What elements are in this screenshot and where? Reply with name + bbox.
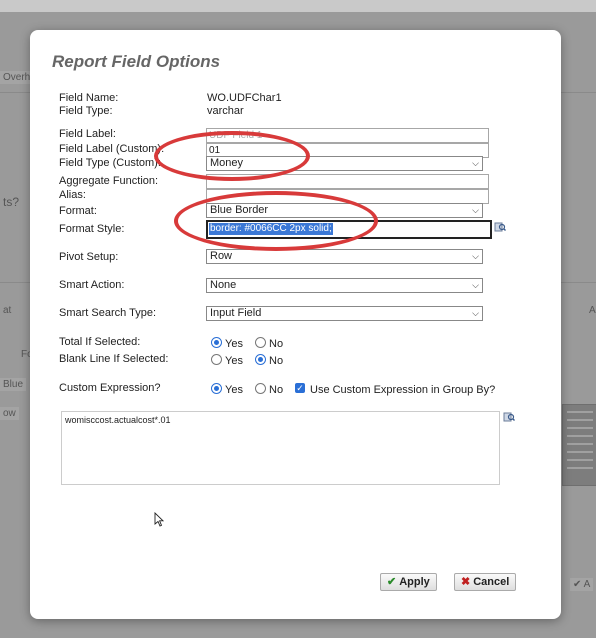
- alias-label: Alias:: [59, 189, 86, 201]
- chevron-down-icon: ⌵: [472, 308, 479, 318]
- custom-expr-yes-radio[interactable]: [211, 383, 222, 394]
- lookup-icon[interactable]: [503, 411, 515, 423]
- custom-expression-textarea[interactable]: womisccost.actualcost*.01: [61, 411, 500, 485]
- blank-line-label: Blank Line If Selected:: [59, 353, 169, 365]
- apply-label: Apply: [399, 576, 430, 588]
- cancel-button[interactable]: ✖ Cancel: [454, 573, 517, 591]
- mouse-cursor-icon: [154, 512, 164, 527]
- format-style-label: Format Style:: [59, 223, 125, 235]
- field-type-custom-label: Field Type (Custom):: [59, 157, 161, 169]
- field-label-label: Field Label:: [59, 128, 116, 140]
- chevron-down-icon: ⌵: [472, 280, 479, 290]
- field-type-custom-select[interactable]: Money ⌵: [206, 156, 483, 171]
- field-label-input[interactable]: UDF Field 1: [206, 128, 489, 143]
- blank-line-no-label: No: [269, 355, 284, 367]
- background-text: ts?: [3, 195, 20, 209]
- custom-expr-no-radio[interactable]: [255, 383, 266, 394]
- dialog-title: Report Field Options: [52, 52, 221, 71]
- background-text: Overh: [0, 71, 34, 84]
- total-yes-label: Yes: [225, 338, 243, 350]
- lookup-icon[interactable]: [494, 221, 506, 233]
- group-by-checkbox[interactable]: ✓: [295, 383, 305, 393]
- background-text: Blue: [0, 378, 27, 391]
- field-type-label: Field Type:: [59, 105, 113, 117]
- blank-line-yes-label: Yes: [225, 355, 243, 367]
- select-value: None: [210, 279, 237, 291]
- smart-action-select[interactable]: None ⌵: [206, 278, 483, 293]
- custom-expr-no-label: No: [269, 384, 284, 396]
- total-yes-radio[interactable]: [211, 337, 222, 348]
- custom-expression-label: Custom Expression?: [59, 382, 161, 394]
- format-label: Format:: [59, 205, 97, 217]
- total-if-selected-label: Total If Selected:: [59, 336, 141, 348]
- background-text: A: [589, 305, 596, 316]
- aggregate-function-input[interactable]: [206, 174, 489, 189]
- background-text: at: [3, 305, 12, 316]
- smart-search-type-select[interactable]: Input Field ⌵: [206, 306, 483, 321]
- checkmark-icon: ✔: [387, 576, 397, 588]
- field-name-value: WO.UDFChar1: [207, 92, 282, 104]
- apply-button[interactable]: ✔ Apply: [380, 573, 437, 591]
- field-type-value: varchar: [207, 105, 244, 117]
- pivot-setup-select[interactable]: Row ⌵: [206, 249, 483, 264]
- pivot-setup-label: Pivot Setup:: [59, 251, 119, 263]
- group-by-label: Use Custom Expression in Group By?: [310, 384, 496, 396]
- select-value: Blue Border: [210, 204, 269, 216]
- select-value: Input Field: [210, 307, 262, 319]
- background-thumbnail: [562, 404, 596, 486]
- smart-action-label: Smart Action:: [59, 279, 125, 291]
- select-value: Money: [210, 157, 244, 169]
- custom-expr-yes-label: Yes: [225, 384, 243, 396]
- background-text: ✔ A: [570, 578, 594, 591]
- format-style-input[interactable]: border: #0066CC 2px solid;: [206, 220, 492, 239]
- total-no-label: No: [269, 338, 284, 350]
- selected-text: border: #0066CC 2px solid;: [209, 223, 333, 235]
- cancel-label: Cancel: [473, 576, 510, 588]
- chevron-down-icon: ⌵: [472, 158, 479, 168]
- field-name-label: Field Name:: [59, 92, 119, 104]
- chevron-down-icon: ⌵: [472, 251, 479, 261]
- format-select[interactable]: Blue Border ⌵: [206, 203, 483, 218]
- chevron-down-icon: ⌵: [472, 205, 479, 215]
- select-value: Row: [210, 250, 233, 262]
- background-text: ow: [0, 407, 19, 420]
- aggregate-function-label: Aggregate Function:: [59, 175, 159, 187]
- background-topbar: [0, 0, 596, 12]
- total-no-radio[interactable]: [255, 337, 266, 348]
- field-label-custom-label: Field Label (Custom):: [59, 143, 165, 155]
- smart-search-type-label: Smart Search Type:: [59, 307, 157, 319]
- close-icon: ✖: [461, 576, 471, 588]
- blank-line-no-radio[interactable]: [255, 354, 266, 365]
- alias-input[interactable]: [206, 189, 489, 204]
- blank-line-yes-radio[interactable]: [211, 354, 222, 365]
- report-field-options-dialog: Report Field Options Field Name: WO.UDFC…: [30, 30, 561, 619]
